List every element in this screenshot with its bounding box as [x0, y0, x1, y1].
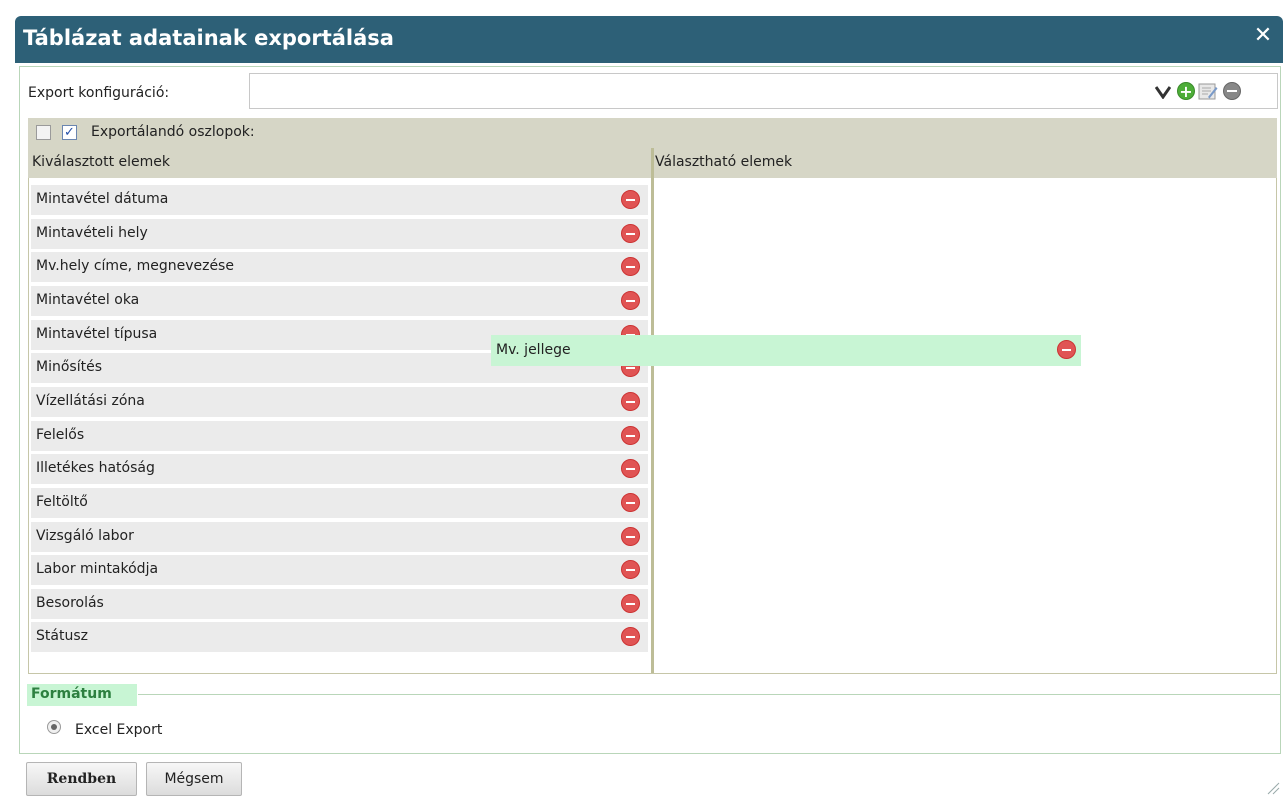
remove-icon[interactable] — [621, 594, 640, 613]
remove-icon[interactable] — [621, 257, 640, 276]
list-item[interactable]: Mintavételi hely — [31, 219, 648, 249]
list-item-label: Besorolás — [36, 595, 104, 611]
list-item-label: Vízellátási zóna — [36, 393, 145, 409]
available-items-header: Választható elemek — [651, 148, 1277, 178]
cancel-button[interactable]: Mégsem — [146, 762, 242, 796]
list-item-label: Vizsgáló labor — [36, 528, 134, 544]
remove-config-icon[interactable] — [1223, 82, 1241, 100]
remove-icon[interactable] — [621, 560, 640, 579]
list-item[interactable]: Vizsgáló labor — [31, 522, 648, 552]
dialog-titlebar: Táblázat adatainak exportálása ✕ — [15, 16, 1283, 63]
resize-grip-icon[interactable] — [1266, 781, 1280, 795]
select-all-checkbox[interactable]: ✓ — [62, 125, 77, 140]
list-item[interactable]: Státusz — [31, 622, 648, 652]
list-item[interactable]: Mintavétel dátuma — [31, 185, 648, 215]
ok-button[interactable]: Rendben — [26, 762, 137, 796]
list-item-label: Illetékes hatóság — [36, 460, 155, 476]
list-item-label: Mv.hely címe, megnevezése — [36, 258, 234, 274]
export-columns-label: Exportálandó oszlopok: — [91, 124, 255, 140]
chevron-down-icon[interactable] — [1155, 85, 1171, 99]
excel-export-label[interactable]: Excel Export — [75, 722, 162, 738]
export-config-label: Export konfiguráció: — [28, 85, 170, 101]
remove-icon[interactable] — [621, 493, 640, 512]
list-item-label: Felelős — [36, 427, 85, 443]
dragging-list-item[interactable]: Mv. jellege — [491, 335, 1081, 366]
excel-export-radio[interactable] — [47, 720, 61, 734]
list-item[interactable]: Besorolás — [31, 589, 648, 619]
export-config-select[interactable] — [249, 73, 1278, 109]
list-item-label: Feltöltő — [36, 494, 88, 510]
remove-icon[interactable] — [621, 627, 640, 646]
list-item[interactable]: Labor mintakódja — [31, 555, 648, 585]
list-item[interactable]: Feltöltő — [31, 488, 648, 518]
select-none-checkbox[interactable] — [36, 125, 51, 140]
edit-icon[interactable] — [1198, 82, 1218, 101]
export-columns-header: ✓ Exportálandó oszlopok: — [28, 118, 1277, 148]
selected-items-header: Kiválasztott elemek — [28, 148, 651, 178]
remove-icon[interactable] — [621, 426, 640, 445]
format-legend: Formátum — [27, 684, 137, 706]
list-item[interactable]: Mintavétel oka — [31, 286, 648, 316]
list-item-label: Minősítés — [36, 359, 102, 375]
remove-icon[interactable] — [621, 291, 640, 310]
list-item[interactable]: Mv.hely címe, megnevezése — [31, 252, 648, 282]
dragging-item-label: Mv. jellege — [496, 342, 571, 358]
close-icon[interactable]: ✕ — [1253, 25, 1273, 47]
list-item-label: Mintavétel típusa — [36, 326, 158, 342]
list-item-label: Mintavétel oka — [36, 292, 140, 308]
list-item[interactable]: Vízellátási zóna — [31, 387, 648, 417]
remove-icon[interactable] — [621, 224, 640, 243]
add-icon[interactable]: + — [1177, 82, 1195, 100]
remove-icon[interactable] — [621, 190, 640, 209]
list-item-label: Mintavétel dátuma — [36, 191, 169, 207]
column-divider[interactable] — [651, 148, 654, 673]
format-fieldset-border — [138, 694, 1281, 695]
remove-icon[interactable] — [621, 392, 640, 411]
remove-icon[interactable] — [1057, 340, 1076, 359]
dialog-title: Táblázat adatainak exportálása — [23, 26, 394, 50]
list-item-label: Labor mintakódja — [36, 561, 159, 577]
list-item[interactable]: Felelős — [31, 421, 648, 451]
list-item[interactable]: Illetékes hatóság — [31, 454, 648, 484]
export-config-row: Export konfiguráció: + — [27, 73, 1278, 110]
list-item-label: Státusz — [36, 628, 88, 644]
remove-icon[interactable] — [621, 459, 640, 478]
list-item-label: Mintavételi hely — [36, 225, 148, 241]
remove-icon[interactable] — [621, 527, 640, 546]
